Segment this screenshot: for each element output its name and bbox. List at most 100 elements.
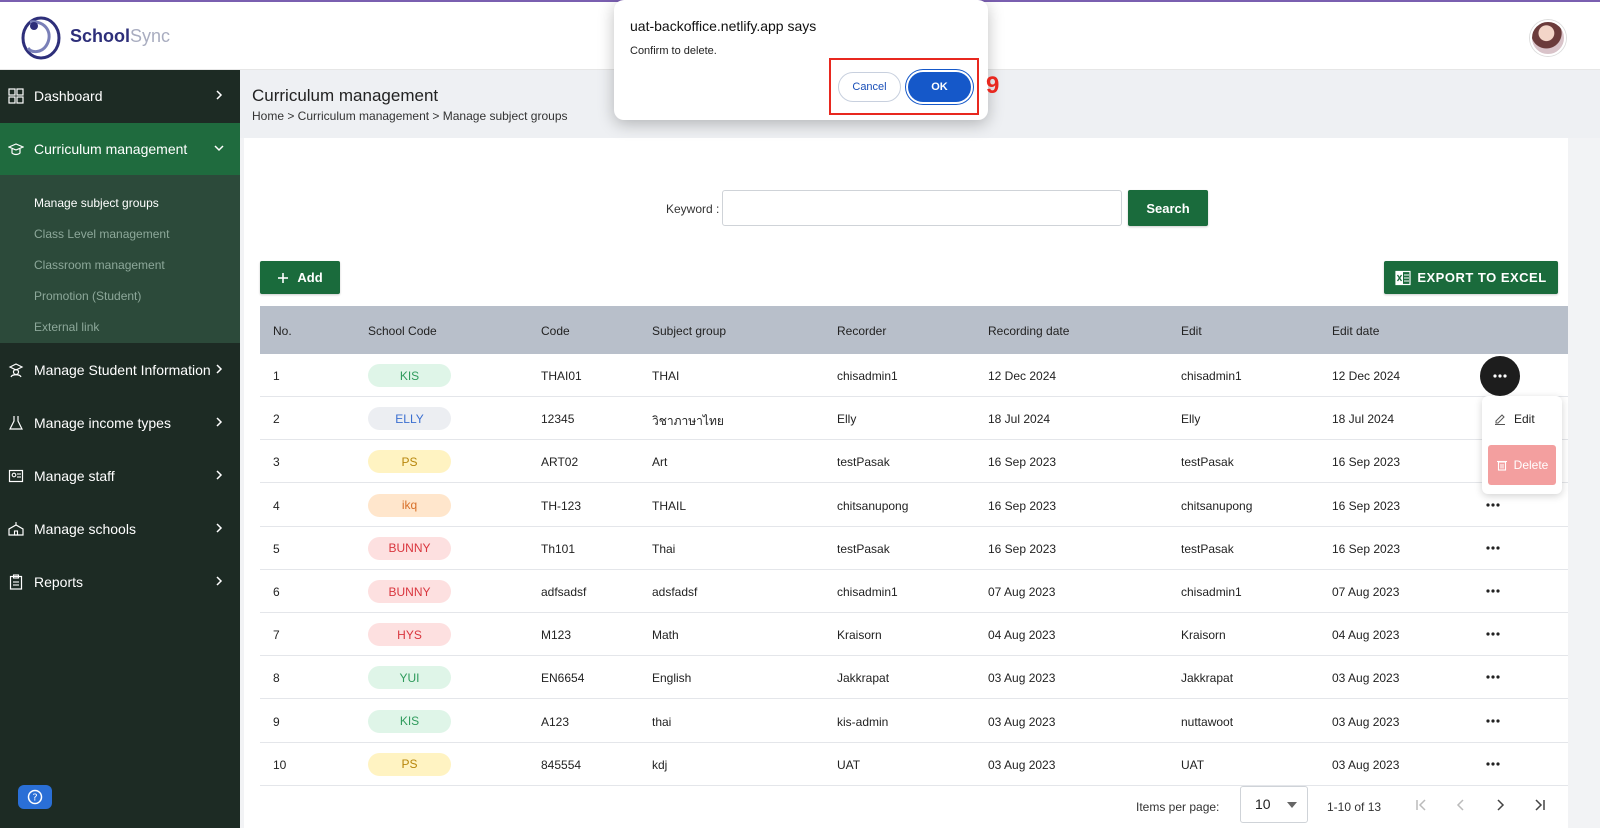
keyword-input[interactable] xyxy=(722,190,1122,226)
cell-edit-date: 16 Sep 2023 xyxy=(1332,498,1401,513)
more-actions-button[interactable] xyxy=(1480,664,1506,690)
ellipsis-icon xyxy=(1486,762,1500,766)
sidebar-item-manage-staff[interactable]: Manage staff xyxy=(0,450,240,502)
highlight-box xyxy=(829,58,979,115)
cell-recording-date: 03 Aug 2023 xyxy=(988,714,1056,729)
ellipsis-icon xyxy=(1486,589,1500,593)
chevron-right-icon xyxy=(216,90,223,100)
table-row: 6 adfsadsf adsfadsf chisadmin1 07 Aug 2023 ch… xyxy=(260,570,1568,613)
items-per-page-label: Items per page: xyxy=(1136,800,1220,814)
more-actions-button[interactable] xyxy=(1480,535,1506,561)
brand-name-part1: School xyxy=(70,26,131,46)
ellipsis-icon xyxy=(1493,374,1507,378)
submenu-class-level-management[interactable]: Class Level management xyxy=(34,227,169,241)
sidebar-item-reports[interactable]: Reports xyxy=(0,556,240,608)
chevron-right-icon xyxy=(216,364,223,374)
school-code-badge: BUNNY xyxy=(368,580,451,603)
next-page-icon[interactable] xyxy=(1492,797,1508,813)
sidebar-item-label: Manage schools xyxy=(34,521,136,537)
cell-edit: Kraisorn xyxy=(1181,628,1226,643)
cell-recorder: chisadmin1 xyxy=(837,369,898,383)
school-code-badge: PS xyxy=(368,450,451,474)
user-avatar[interactable] xyxy=(1530,20,1566,56)
ellipsis-icon xyxy=(1486,675,1500,679)
more-actions-button[interactable] xyxy=(1480,621,1506,647)
menu-edit-label: Edit xyxy=(1514,412,1535,426)
cell-edit-date: 07 Aug 2023 xyxy=(1332,585,1400,599)
cell-no: 8 xyxy=(273,671,280,686)
pencil-icon xyxy=(1495,414,1505,425)
ellipsis-icon xyxy=(1486,718,1500,723)
submenu-external-link[interactable]: External link xyxy=(34,320,99,334)
header-school-code: School Code xyxy=(368,324,437,338)
school-code-badge: ELLY xyxy=(368,407,451,431)
more-actions-button[interactable] xyxy=(1480,751,1506,777)
cell-recording-date: 12 Dec 2024 xyxy=(988,369,1057,383)
cell-subject-group: Thai xyxy=(652,541,676,556)
cell-code: A123 xyxy=(541,714,570,729)
cell-subject-group: THAIL xyxy=(652,498,687,513)
cell-recorder: UAT xyxy=(837,757,861,772)
submenu-manage-subject-groups[interactable]: Manage subject groups xyxy=(34,196,159,210)
school-code-badge: BUNNY xyxy=(368,536,451,560)
menu-delete-label: Delete xyxy=(1513,458,1549,472)
cell-recorder: Kraisorn xyxy=(837,628,882,643)
sidebar-item-manage-schools[interactable]: Manage schools xyxy=(0,503,240,555)
sidebar-item-label: Manage staff xyxy=(34,468,115,484)
cell-no: 4 xyxy=(273,498,280,513)
keyword-label: Keyword : xyxy=(666,202,720,216)
cell-subject-group: kdj xyxy=(652,757,668,772)
cell-code: TH-123 xyxy=(541,498,582,513)
add-button-label: Add xyxy=(297,270,323,285)
more-actions-button[interactable] xyxy=(1480,708,1506,734)
sidebar-item-label: Manage income types xyxy=(34,415,171,431)
cell-recording-date: 16 Sep 2023 xyxy=(988,541,1057,556)
sidebar-item-manage-student-information[interactable]: Manage Student Information xyxy=(0,344,240,396)
header-code: Code xyxy=(541,324,570,338)
last-page-icon[interactable] xyxy=(1532,797,1548,813)
more-actions-button[interactable] xyxy=(1480,492,1506,518)
cell-edit: chisadmin1 xyxy=(1181,585,1242,599)
more-actions-button[interactable] xyxy=(1480,356,1520,396)
cell-no: 2 xyxy=(273,412,280,427)
help-button[interactable]: ? xyxy=(18,785,52,809)
previous-page-icon[interactable] xyxy=(1453,797,1469,813)
page-title: Curriculum management xyxy=(252,86,439,105)
cell-recording-date: 18 Jul 2024 xyxy=(988,412,1051,427)
search-button[interactable]: Search xyxy=(1128,190,1208,226)
more-actions-button[interactable] xyxy=(1480,578,1506,604)
submenu-classroom-management[interactable]: Classroom management xyxy=(34,258,165,272)
cell-edit: chisadmin1 xyxy=(1181,369,1242,383)
sidebar-item-curriculum-management[interactable]: Curriculum management xyxy=(0,123,240,175)
add-button[interactable]: Add xyxy=(260,261,340,294)
cell-subject-group: adsfadsf xyxy=(652,585,698,599)
table-row: 1 THAI01 THAI chisadmin1 12 Dec 2024 chisadmi… xyxy=(260,354,1568,397)
page-size-select[interactable]: 10 xyxy=(1240,786,1308,823)
chevron-right-icon xyxy=(216,576,223,586)
cell-code: EN6654 xyxy=(541,671,585,686)
export-to-excel-button[interactable]: EXPORT TO EXCEL xyxy=(1384,261,1558,294)
sidebar-item-manage-income-types[interactable]: Manage income types xyxy=(0,397,240,449)
sidebar-item-dashboard[interactable]: Dashboard xyxy=(0,70,240,122)
submenu-promotion-student[interactable]: Promotion (Student) xyxy=(34,289,141,303)
svg-text:?: ? xyxy=(32,793,37,804)
cell-subject-group: Art xyxy=(652,455,668,470)
menu-edit-item[interactable]: Edit xyxy=(1494,412,1535,426)
brand-name-part2: Sync xyxy=(130,26,171,46)
sidebar-item-label: Manage Student Information xyxy=(34,362,211,378)
header-recorder: Recorder xyxy=(837,324,887,338)
ellipsis-icon xyxy=(1486,632,1500,636)
page-range: 1-10 of 13 xyxy=(1327,800,1382,814)
chevron-right-icon xyxy=(216,417,223,427)
first-page-icon[interactable] xyxy=(1413,797,1429,813)
cell-edit: Jakkrapat xyxy=(1181,671,1234,686)
cell-recording-date: 03 Aug 2023 xyxy=(988,671,1056,686)
menu-delete-item[interactable]: Delete xyxy=(1488,445,1556,485)
cell-code: Th101 xyxy=(541,541,576,556)
student-icon xyxy=(8,363,24,378)
cell-recording-date: 16 Sep 2023 xyxy=(988,455,1057,470)
cell-no: 5 xyxy=(273,541,280,556)
school-code-badge: KIS xyxy=(368,709,451,733)
chevron-right-icon xyxy=(216,523,223,533)
cell-recorder: testPasak xyxy=(837,455,890,470)
